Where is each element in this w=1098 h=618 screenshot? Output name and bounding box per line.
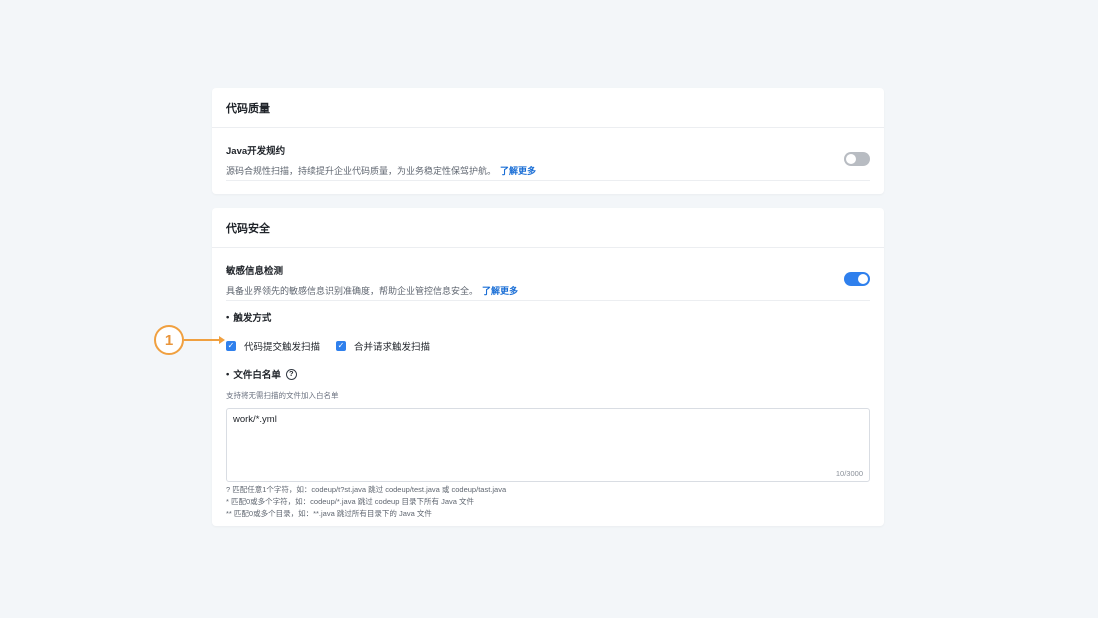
sensitive-info-description-text: 具备业界领先的敏感信息识别准确度，帮助企业管控信息安全。 (226, 286, 479, 296)
callout-marker: 1 (154, 325, 184, 355)
bullet-icon: • (226, 368, 230, 380)
whitelist-textarea-wrapper: 10/3000 (226, 408, 870, 482)
code-quality-title: 代码质量 (212, 88, 884, 128)
bullet-icon: • (226, 311, 230, 323)
code-security-card: 代码安全 敏感信息检测 具备业界领先的敏感信息识别准确度，帮助企业管控信息安全。… (212, 208, 884, 526)
trigger-label-text: 触发方式 (233, 313, 272, 324)
trigger-label: • 触发方式 (226, 310, 870, 325)
whitelist-rules: ? 匹配任意1个字符，如：codeup/t?st.java 跳过 codeup/… (226, 484, 870, 520)
toggle-knob (858, 274, 868, 284)
java-rule-title: Java开发规约 (226, 146, 286, 157)
java-rule-toggle[interactable] (844, 152, 870, 166)
java-rule-learn-more-link[interactable]: 了解更多 (500, 166, 536, 176)
rule-multi-char: * 匹配0或多个字符，如：codeup/*.java 跳过 codeup 目录下… (226, 497, 474, 506)
sensitive-info-description: 具备业界领先的敏感信息识别准确度，帮助企业管控信息安全。 了解更多 (226, 284, 870, 297)
java-rule-description: 源码合规性扫描，持续提升企业代码质量，为业务稳定性保驾护航。 了解更多 (226, 164, 870, 177)
sensitive-info-learn-more-link[interactable]: 了解更多 (482, 286, 518, 296)
checkbox-checked-icon: ✓ (336, 341, 347, 351)
whitelist-label: • 文件白名单 ? (226, 367, 870, 381)
sensitive-info-title: 敏感信息检测 (226, 266, 284, 277)
merge-request-trigger-label: 合并请求触发扫描 (354, 342, 431, 353)
rule-single-char: ? 匹配任意1个字符，如：codeup/t?st.java 跳过 codeup/… (226, 485, 507, 494)
java-rule-description-text: 源码合规性扫描，持续提升企业代码质量，为业务稳定性保驾护航。 (226, 166, 497, 176)
sensitive-info-row: 敏感信息检测 具备业界领先的敏感信息识别准确度，帮助企业管控信息安全。 了解更多 (226, 248, 870, 301)
whitelist-hint: 支持将无需扫描的文件加入白名单 (226, 391, 339, 400)
sensitive-info-toggle[interactable] (844, 272, 870, 286)
commit-trigger-label: 代码提交触发扫描 (244, 342, 321, 353)
whitelist-textarea[interactable] (227, 409, 869, 481)
whitelist-label-text: 文件白名单 (233, 370, 281, 381)
callout-line (184, 339, 222, 341)
rule-multi-dir: ** 匹配0或多个目录，如：**.java 跳过所有目录下的 Java 文件 (226, 509, 432, 518)
java-rule-row: Java开发规约 源码合规性扫描，持续提升企业代码质量，为业务稳定性保驾护航。了… (226, 128, 870, 181)
commit-trigger-checkbox[interactable]: ✓ 代码提交触发扫描 (226, 339, 320, 353)
checkbox-checked-icon: ✓ (226, 341, 236, 351)
code-quality-card: 代码质量 Java开发规约 源码合规性扫描，持续提升企业代码质量，为业务稳定性保… (212, 88, 884, 194)
character-counter: 10/3000 (835, 469, 863, 478)
trigger-options: ✓ 代码提交触发扫描 ✓ 合并请求触发扫描 (226, 339, 870, 353)
help-icon[interactable]: ? (285, 368, 297, 380)
merge-request-trigger-checkbox[interactable]: ✓ 合并请求触发扫描 (336, 339, 430, 353)
callout-arrow-icon (219, 336, 225, 344)
toggle-knob (846, 154, 856, 164)
code-security-title: 代码安全 (212, 208, 884, 248)
